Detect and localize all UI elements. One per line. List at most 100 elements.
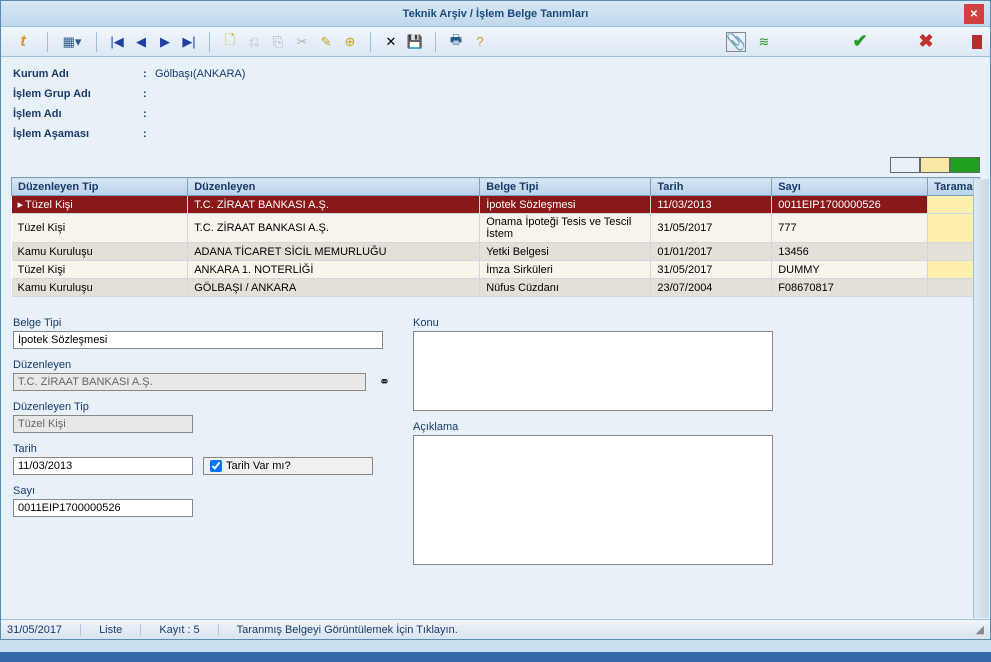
cut-icon[interactable]: ✂ xyxy=(292,32,312,52)
window-title: Teknik Arşiv / İşlem Belge Tanımları xyxy=(403,8,589,20)
close-button[interactable]: ✕ xyxy=(964,4,984,24)
cell-duz: T.C. ZİRAAT BANKASI A.Ş. xyxy=(188,196,480,214)
cell-tarih: 31/05/2017 xyxy=(651,261,772,279)
nav-prev-icon[interactable]: ◀ xyxy=(131,32,151,52)
app-icon: t xyxy=(9,32,37,52)
cell-tarih: 01/01/2017 xyxy=(651,243,772,261)
aciklama-textarea[interactable] xyxy=(413,435,773,565)
scrollbar-vertical[interactable] xyxy=(973,179,989,618)
table-row[interactable]: Tüzel KişiT.C. ZİRAAT BANKASI A.Ş.İpotek… xyxy=(12,196,980,214)
duzenleyen-tip-input[interactable] xyxy=(13,415,193,433)
print-icon[interactable]: 🖶 xyxy=(446,32,466,52)
cell-tarama[interactable] xyxy=(928,196,980,214)
cell-tip: Kamu Kuruluşu xyxy=(12,279,188,297)
cell-belge: İmza Sirküleri xyxy=(480,261,651,279)
tarih-var-label: Tarih Var mı? xyxy=(226,460,291,472)
cell-tarih: 11/03/2013 xyxy=(651,196,772,214)
cell-tarama[interactable] xyxy=(928,279,980,297)
cell-tip: Tüzel Kişi xyxy=(12,214,188,243)
nav-last-icon[interactable]: ▶| xyxy=(179,32,199,52)
table-row[interactable]: Tüzel KişiT.C. ZİRAAT BANKASI A.Ş.Onama … xyxy=(12,214,980,243)
cell-belge: Nüfus Cüzdanı xyxy=(480,279,651,297)
table-row[interactable]: Kamu KuruluşuADANA TİCARET SİCİL MEMURLU… xyxy=(12,243,980,261)
detail-form: Belge Tipi Düzenleyen ⚭ Düzenleyen Tip T… xyxy=(1,297,990,573)
status-count: Kayıt : 5 xyxy=(159,624,218,636)
cell-tip: Kamu Kuruluşu xyxy=(12,243,188,261)
duzenleyen-input[interactable] xyxy=(13,373,366,391)
nav-first-icon[interactable]: |◀ xyxy=(107,32,127,52)
cancel-icon[interactable]: ✖ xyxy=(916,32,936,52)
cell-tarama[interactable] xyxy=(928,243,980,261)
cell-tarama[interactable] xyxy=(928,261,980,279)
titlebar: Teknik Arşiv / İşlem Belge Tanımları ✕ xyxy=(1,1,990,27)
delete-icon[interactable]: ✕ xyxy=(381,32,401,52)
kurum-value: Gölbaşı(ANKARA) xyxy=(155,68,245,80)
cell-duz: T.C. ZİRAAT BANKASI A.Ş. xyxy=(188,214,480,243)
toolbar: t ▦▾ |◀ ◀ ▶ ▶| 🗋 ⎌ ⎘ ✂ ✎ ⊕ ✕ 💾 🖶 ? 📎 ≋ ✔… xyxy=(1,27,990,57)
konu-label: Konu xyxy=(413,317,773,329)
help-icon[interactable]: ? xyxy=(470,32,490,52)
copy-icon[interactable]: ⎌ xyxy=(244,32,264,52)
islem-label: İşlem Adı xyxy=(13,108,143,120)
col-sayi[interactable]: Sayı xyxy=(772,178,928,196)
save-icon[interactable]: 💾 xyxy=(405,32,425,52)
status-mode: Liste xyxy=(99,624,141,636)
paste-icon[interactable]: ⎘ xyxy=(268,32,288,52)
taskbar-fragment xyxy=(0,652,991,662)
resize-grip-icon[interactable]: ◢ xyxy=(976,623,984,636)
sayi-input[interactable] xyxy=(13,499,193,517)
cell-duz: ADANA TİCARET SİCİL MEMURLUĞU xyxy=(188,243,480,261)
aciklama-label: Açıklama xyxy=(413,421,773,433)
lookup-icon[interactable]: ⚭ xyxy=(376,373,393,391)
grup-label: İşlem Grup Adı xyxy=(13,88,143,100)
confirm-icon[interactable]: ✔ xyxy=(850,32,870,52)
statusbar: 31/05/2017 Liste Kayıt : 5 Taranmış Belg… xyxy=(1,619,990,639)
sayi-label: Sayı xyxy=(13,485,393,497)
col-tarama[interactable]: Tarama xyxy=(928,178,980,196)
cell-tarih: 31/05/2017 xyxy=(651,214,772,243)
edit-icon[interactable]: ✎ xyxy=(316,32,336,52)
cell-belge: Onama İpoteği Tesis ve Tescil İstem xyxy=(480,214,651,243)
status-hint: Taranmış Belgeyi Görüntülemek İçin Tıkla… xyxy=(237,624,458,636)
record-icon[interactable] xyxy=(972,35,982,49)
table-row[interactable]: Kamu KuruluşuGÖLBAŞI / ANKARANüfus Cüzda… xyxy=(12,279,980,297)
tarih-var-input[interactable] xyxy=(210,460,222,472)
cell-belge: Yetki Belgesi xyxy=(480,243,651,261)
belge-tipi-input[interactable] xyxy=(13,331,383,349)
scan-icon[interactable]: ≋ xyxy=(754,32,774,52)
tarih-input[interactable] xyxy=(13,457,193,475)
cell-duz: GÖLBAŞI / ANKARA xyxy=(188,279,480,297)
color-white xyxy=(890,157,920,173)
info-panel: Kurum Adı : Gölbaşı(ANKARA) İşlem Grup A… xyxy=(1,57,990,153)
color-yellow xyxy=(920,157,950,173)
belge-tipi-label: Belge Tipi xyxy=(13,317,393,329)
attach-icon[interactable]: 📎 xyxy=(726,32,746,52)
color-legend xyxy=(1,153,990,177)
col-duzenleyen[interactable]: Düzenleyen xyxy=(188,178,480,196)
nav-next-icon[interactable]: ▶ xyxy=(155,32,175,52)
grid-icon[interactable]: ▦▾ xyxy=(58,32,86,52)
cell-sayi: 0011EIP1700000526 xyxy=(772,196,928,214)
cell-sayi: DUMMY xyxy=(772,261,928,279)
asama-label: İşlem Aşaması xyxy=(13,128,143,140)
tarih-label: Tarih xyxy=(13,443,193,455)
cell-tip: Tüzel Kişi xyxy=(12,261,188,279)
documents-table[interactable]: Düzenleyen Tip Düzenleyen Belge Tipi Tar… xyxy=(11,177,980,297)
main-window: Teknik Arşiv / İşlem Belge Tanımları ✕ t… xyxy=(0,0,991,640)
new-doc-icon[interactable]: 🗋 xyxy=(220,32,240,52)
cell-tarih: 23/07/2004 xyxy=(651,279,772,297)
status-date: 31/05/2017 xyxy=(7,624,81,636)
col-tip[interactable]: Düzenleyen Tip xyxy=(12,178,188,196)
table-row[interactable]: Tüzel KişiANKARA 1. NOTERLİĞİİmza Sirkül… xyxy=(12,261,980,279)
cell-sayi: F08670817 xyxy=(772,279,928,297)
tarih-var-checkbox[interactable]: Tarih Var mı? xyxy=(203,457,373,475)
cell-duz: ANKARA 1. NOTERLİĞİ xyxy=(188,261,480,279)
kurum-label: Kurum Adı xyxy=(13,68,143,80)
cell-tarama[interactable] xyxy=(928,214,980,243)
konu-textarea[interactable] xyxy=(413,331,773,411)
add-icon[interactable]: ⊕ xyxy=(340,32,360,52)
duzenleyen-tip-label: Düzenleyen Tip xyxy=(13,401,393,413)
cell-sayi: 777 xyxy=(772,214,928,243)
col-tarih[interactable]: Tarih xyxy=(651,178,772,196)
col-belge[interactable]: Belge Tipi xyxy=(480,178,651,196)
